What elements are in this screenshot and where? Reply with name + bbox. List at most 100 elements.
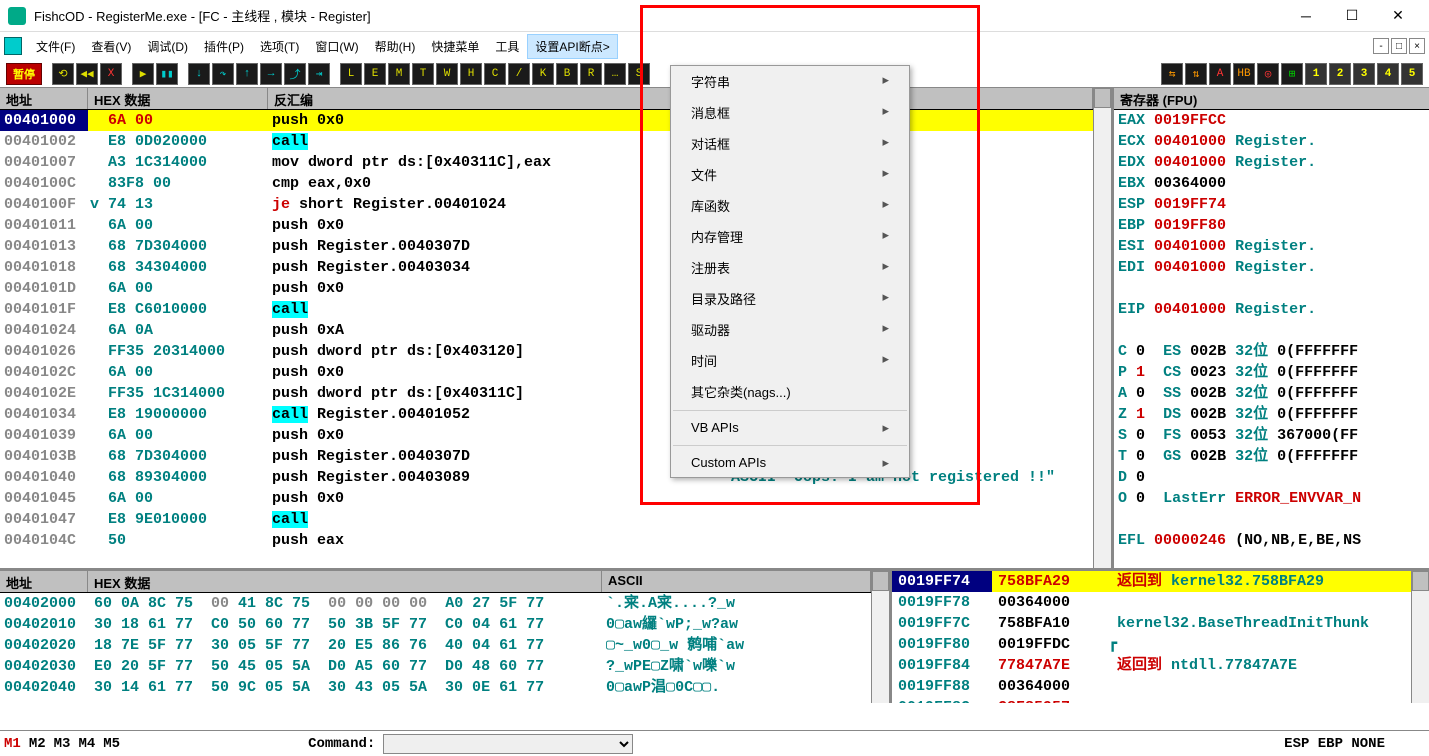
minimize-button[interactable]: ─ <box>1283 1 1329 31</box>
flag-row[interactable]: P 1 CS 0023 32位 0(FFFFFFF <box>1114 362 1429 383</box>
disasm-row[interactable]: 0040101368 7D304000push Register.0040307… <box>0 236 1093 257</box>
tb-run-icon[interactable]: → <box>260 63 282 85</box>
ctx-库函数[interactable]: 库函数▸ <box>671 190 909 221</box>
tb-x-icon[interactable]: X <box>100 63 122 85</box>
close-button[interactable]: ✕ <box>1375 1 1421 31</box>
menu-选项(T)[interactable]: 选项(T) <box>252 34 307 59</box>
command-input[interactable] <box>383 734 633 754</box>
tb-target-icon[interactable]: ◎ <box>1257 63 1279 85</box>
tb-S-icon[interactable]: S <box>628 63 650 85</box>
dump-row[interactable]: 0040202018 7E 5F 77 30 05 5F 77 20 E5 86… <box>0 635 871 656</box>
tb-C-icon[interactable]: C <box>484 63 506 85</box>
stack-row[interactable]: 0019FF74758BFA29 返回到 kernel32.758BFA29 <box>892 571 1411 592</box>
tb-back-icon[interactable]: ◀◀ <box>76 63 98 85</box>
ctx-时间[interactable]: 时间▸ <box>671 345 909 376</box>
ctx-消息框[interactable]: 消息框▸ <box>671 97 909 128</box>
tb-s2-icon[interactable]: ⇅ <box>1185 63 1207 85</box>
dump-row[interactable]: 0040200060 0A 8C 75 00 41 8C 75 00 00 00… <box>0 593 871 614</box>
disasm-row[interactable]: 0040101D6A 00push 0x0 <box>0 278 1093 299</box>
reg-row[interactable]: ESI 00401000 Register. <box>1114 236 1429 257</box>
reg-row[interactable]: ESP 0019FF74 <box>1114 194 1429 215</box>
menu-帮助(H)[interactable]: 帮助(H) <box>367 34 424 59</box>
c-icon[interactable] <box>4 37 22 55</box>
dump-row[interactable]: 0040204030 14 61 77 50 9C 05 5A 30 43 05… <box>0 677 871 698</box>
disasm-row[interactable]: 0040100C83F8 00cmp eax,0x0 <box>0 173 1093 194</box>
pause-button[interactable]: 暂停 <box>6 63 42 85</box>
flag-row[interactable]: T 0 GS 002B 32位 0(FFFFFFF <box>1114 446 1429 467</box>
stack-row[interactable]: 0019FF7800364000 <box>892 592 1411 613</box>
reg-row[interactable]: EBX 00364000 <box>1114 173 1429 194</box>
disasm-row[interactable]: 0040102EFF35 1C314000push dword ptr ds:[… <box>0 383 1093 404</box>
tb-H-icon[interactable]: H <box>460 63 482 85</box>
disasm-row[interactable]: 004010116A 00push 0x0 <box>0 215 1093 236</box>
flag-row[interactable]: D 0 <box>1114 467 1429 488</box>
menu-工具[interactable]: 工具 <box>487 34 527 59</box>
tb-2-icon[interactable]: 2 <box>1329 63 1351 85</box>
flag-row[interactable]: O 0 LastErr ERROR_ENVVAR_N <box>1114 488 1429 509</box>
disasm-row[interactable]: 00401007A3 1C314000mov dword ptr ds:[0x4… <box>0 152 1093 173</box>
tb-A-icon[interactable]: A <box>1209 63 1231 85</box>
flag-row[interactable]: C 0 ES 002B 32位 0(FFFFFFF <box>1114 341 1429 362</box>
disasm-row[interactable]: 0040102C6A 00push 0x0 <box>0 362 1093 383</box>
ctx-Custom APIs[interactable]: Custom APIs▸ <box>671 449 909 477</box>
tb-pause-icon[interactable]: ▮▮ <box>156 63 178 85</box>
registers-pane[interactable]: 寄存器 (FPU) EAX 0019FFCCECX 00401000 Regis… <box>1111 88 1429 568</box>
tb-4-icon[interactable]: 4 <box>1377 63 1399 85</box>
disassembly-pane[interactable]: 地址 HEX 数据 反汇编 004010006A 00push 0x000401… <box>0 88 1093 568</box>
tb-slash-icon[interactable]: / <box>508 63 530 85</box>
reg-row[interactable]: EBP 0019FF80 <box>1114 215 1429 236</box>
status-m2[interactable]: M2 <box>29 736 46 752</box>
tb-W-icon[interactable]: W <box>436 63 458 85</box>
disasm-row[interactable]: 0040103B68 7D304000push Register.0040307… <box>0 446 1093 467</box>
tb-E-icon[interactable]: E <box>364 63 386 85</box>
menu-窗口(W)[interactable]: 窗口(W) <box>307 34 366 59</box>
menu-查看(V)[interactable]: 查看(V) <box>83 34 139 59</box>
disasm-row[interactable]: 0040101FE8 C6010000call <box>0 299 1093 320</box>
tb-s1-icon[interactable]: ⇆ <box>1161 63 1183 85</box>
ctx-其它杂类(nags...)[interactable]: 其它杂类(nags...) <box>671 376 909 407</box>
menu-api-breakpoint[interactable]: 设置API断点> <box>527 34 617 59</box>
dump-pane[interactable]: 地址 HEX 数据 ASCII 0040200060 0A 8C 75 00 4… <box>0 571 871 703</box>
stack-row[interactable]: 0019FF800019FFDC┏ <box>892 634 1411 655</box>
mdi-min-icon[interactable]: - <box>1373 38 1389 54</box>
reg-row[interactable]: EDX 00401000 Register. <box>1114 152 1429 173</box>
stack-row[interactable]: 0019FF8CC8F85957 <box>892 697 1411 703</box>
disasm-row[interactable]: 00401047E8 9E010000call <box>0 509 1093 530</box>
disasm-row[interactable]: 00401002E8 0D020000call <box>0 131 1093 152</box>
tb-K-icon[interactable]: K <box>532 63 554 85</box>
stack-row[interactable]: 0019FF8800364000 <box>892 676 1411 697</box>
flag-row[interactable]: A 0 SS 002B 32位 0(FFFFFFF <box>1114 383 1429 404</box>
dump-row[interactable]: 0040201030 18 61 77 C0 50 60 77 50 3B 5F… <box>0 614 871 635</box>
status-m3[interactable]: M3 <box>54 736 71 752</box>
reg-row[interactable]: ECX 00401000 Register. <box>1114 131 1429 152</box>
tb-3-icon[interactable]: 3 <box>1353 63 1375 85</box>
ctx-目录及路径[interactable]: 目录及路径▸ <box>671 283 909 314</box>
reg-row[interactable]: EAX 0019FFCC <box>1114 110 1429 131</box>
reg-row[interactable] <box>1114 278 1429 299</box>
menu-快捷菜单[interactable]: 快捷菜单 <box>423 34 487 59</box>
disasm-row[interactable]: 004010456A 00push 0x0 <box>0 488 1093 509</box>
status-m4[interactable]: M4 <box>78 736 95 752</box>
tb-runuser-icon[interactable]: ⇥ <box>308 63 330 85</box>
disasm-row[interactable]: 00401034E8 19000000call Register.0040105… <box>0 404 1093 425</box>
tb-M-icon[interactable]: M <box>388 63 410 85</box>
ctx-内存管理[interactable]: 内存管理▸ <box>671 221 909 252</box>
stack-pane[interactable]: 0019FF74758BFA29 返回到 kernel32.758BFA2900… <box>889 571 1429 703</box>
dump-scrollbar[interactable] <box>871 571 889 703</box>
tb-L-icon[interactable]: L <box>340 63 362 85</box>
ctx-VB APIs[interactable]: VB APIs▸ <box>671 414 909 442</box>
maximize-button[interactable]: ☐ <box>1329 1 1375 31</box>
disasm-row[interactable]: 0040101868 34304000push Register.0040303… <box>0 257 1093 278</box>
tb-R-icon[interactable]: R <box>580 63 602 85</box>
disasm-row[interactable]: 0040104068 89304000push Register.0040308… <box>0 467 1093 488</box>
tb-T-icon[interactable]: T <box>412 63 434 85</box>
stack-scrollbar[interactable] <box>1411 571 1429 703</box>
tb-B-icon[interactable]: B <box>556 63 578 85</box>
stack-row[interactable]: 0019FF7C758BFA10 kernel32.BaseThreadInit… <box>892 613 1411 634</box>
disasm-row[interactable]: 00401026FF35 20314000push dword ptr ds:[… <box>0 341 1093 362</box>
status-m1[interactable]: M1 <box>4 736 21 752</box>
tb-5-icon[interactable]: 5 <box>1401 63 1423 85</box>
tb-runret-icon[interactable]: ⤴ <box>284 63 306 85</box>
dump-row[interactable]: 00402030E0 20 5F 77 50 45 05 5A D0 A5 60… <box>0 656 871 677</box>
flag-row[interactable]: Z 1 DS 002B 32位 0(FFFFFFF <box>1114 404 1429 425</box>
